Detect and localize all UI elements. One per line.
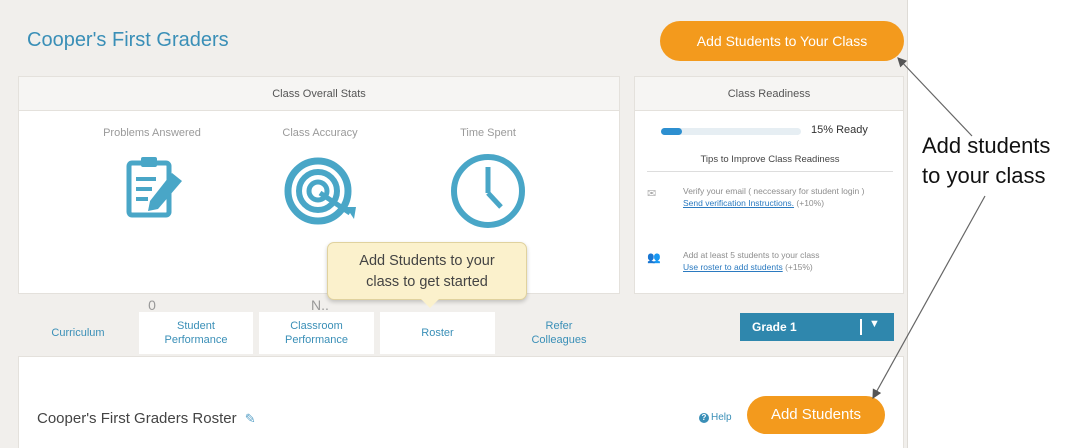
annotation-line: Add students <box>922 133 1051 158</box>
stats-panel-title: Class Overall Stats <box>19 77 619 111</box>
tip-bonus: (+15%) <box>785 262 813 272</box>
tab-curriculum[interactable]: Curriculum <box>24 312 132 354</box>
add-students-to-class-button[interactable]: Add Students to Your Class <box>660 21 904 61</box>
tab-roster[interactable]: Roster <box>380 312 495 354</box>
tips-title: Tips to Improve Class Readiness <box>700 154 840 165</box>
annotation-line: to your class <box>922 163 1046 188</box>
roster-title-text: Cooper's First Graders Roster <box>37 410 237 427</box>
arrow-to-class-button <box>897 57 973 137</box>
tab-refer-colleagues[interactable]: Refer Colleagues <box>500 312 618 354</box>
tooltip-arrow <box>421 299 439 308</box>
stat-time-spent: Time Spent <box>403 127 573 231</box>
tip-body: Add at least 5 students to your class Us… <box>683 249 893 273</box>
add-students-button[interactable]: Add Students <box>747 396 885 434</box>
worksheet-pencil-icon <box>126 157 182 218</box>
roster-title: Cooper's First Graders Roster ✎ <box>37 410 256 427</box>
question-icon: ? <box>699 413 709 423</box>
email-icon: ✉ <box>647 188 657 200</box>
tip-bonus: (+10%) <box>796 198 825 208</box>
tab-student-performance[interactable]: Student Performance <box>139 312 253 354</box>
stat-class-accuracy: Class Accuracy N.. <box>235 127 405 313</box>
class-overall-stats-panel: Class Overall Stats Problems Answered 0 … <box>18 76 620 313</box>
annotation-text: Add students to your class <box>922 131 1087 191</box>
grade-select-divider <box>860 319 862 335</box>
tip-add-students: 👥 Add at least 5 students to your class … <box>647 249 897 279</box>
stat-label: Time Spent <box>460 127 516 139</box>
tip-text: Add at least 5 students to your class <box>683 250 820 260</box>
help-link[interactable]: ? Help <box>699 412 732 423</box>
tip-body: Verify your email ( neccessary for stude… <box>683 185 893 209</box>
stat-problems-answered: Problems Answered 0 <box>67 127 237 313</box>
tip-text: Verify your email ( neccessary for stude… <box>683 186 865 196</box>
stat-value: 0 <box>148 297 156 313</box>
grade-select-value: Grade 1 <box>752 320 797 334</box>
class-title: Cooper's First Graders <box>27 29 229 51</box>
tooltip-line: class to get started <box>366 274 488 290</box>
class-readiness-panel: Class Readiness 15% Ready Tips to Improv… <box>634 76 904 294</box>
readiness-percent-text: 15% Ready <box>811 124 868 136</box>
add-students-tooltip: Add Students to your class to get starte… <box>327 242 527 300</box>
clock-icon <box>451 154 525 228</box>
app-container: Cooper's First Graders Add Students to Y… <box>0 0 908 448</box>
target-icon <box>284 157 356 225</box>
readiness-panel-title: Class Readiness <box>635 77 903 111</box>
stat-label: Problems Answered <box>103 127 201 139</box>
readiness-progress-fill <box>661 128 682 135</box>
grade-select[interactable]: Grade 1 ▼ <box>740 313 894 341</box>
pencil-edit-icon[interactable]: ✎ <box>245 411 256 427</box>
screenshot-stage: Cooper's First Graders Add Students to Y… <box>0 0 1087 448</box>
readiness-progress-bar <box>661 128 801 135</box>
users-icon: 👥 <box>647 252 661 264</box>
use-roster-link[interactable]: Use roster to add students <box>683 262 783 272</box>
help-label: Help <box>711 412 732 423</box>
tab-classroom-performance[interactable]: Classroom Performance <box>259 312 374 354</box>
stat-label: Class Accuracy <box>282 127 358 139</box>
tips-divider <box>647 171 893 172</box>
chevron-down-icon: ▼ <box>869 318 880 330</box>
tip-verify-email: ✉ Verify your email ( neccessary for stu… <box>647 185 897 229</box>
send-verification-link[interactable]: Send verification Instructions. <box>683 198 794 208</box>
tooltip-line: Add Students to your <box>359 253 495 269</box>
